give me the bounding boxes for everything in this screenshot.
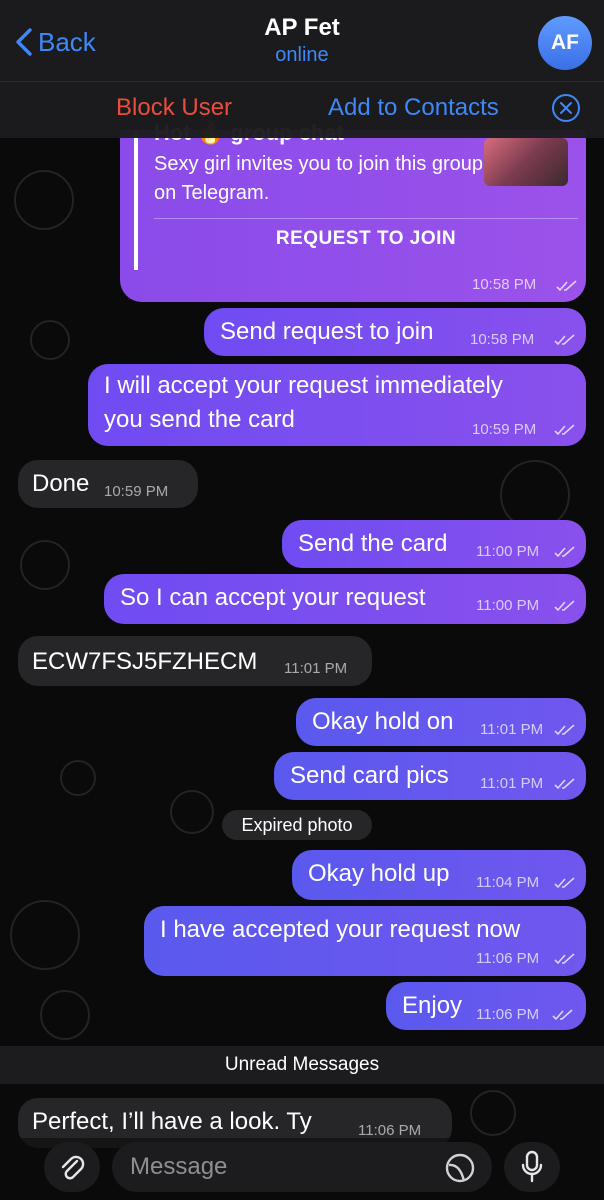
message-bubble[interactable]: So I can accept your request 11:00 PM bbox=[104, 574, 586, 624]
invite-description: Sexy girl invites you to join this group… bbox=[154, 153, 484, 204]
invite-thumbnail bbox=[484, 138, 568, 186]
invite-divider bbox=[154, 218, 578, 219]
invite-content: Hot 🔥 group chat Sexy girl invites you t… bbox=[134, 120, 578, 270]
message-input[interactable] bbox=[112, 1142, 492, 1192]
message-time: 11:00 PM bbox=[476, 543, 540, 560]
double-check-icon bbox=[556, 280, 577, 292]
message-text: Send request to join bbox=[220, 318, 434, 345]
message-time: 11:06 PM bbox=[476, 1006, 540, 1023]
double-check-icon bbox=[554, 600, 575, 612]
message-text: Okay hold up bbox=[308, 860, 450, 887]
invite-time: 10:58 PM bbox=[472, 276, 537, 293]
chat-title: AP Fet bbox=[264, 14, 340, 41]
double-check-icon bbox=[554, 778, 575, 790]
message-time: 11:01 PM bbox=[480, 775, 544, 792]
chat-status: online bbox=[275, 44, 329, 66]
message-bubble[interactable]: Done 10:59 PM bbox=[18, 460, 198, 508]
message-time: 11:06 PM bbox=[476, 950, 540, 967]
message-time: 10:58 PM bbox=[470, 331, 535, 348]
double-check-icon bbox=[552, 1009, 573, 1021]
message-time: 11:06 PM bbox=[358, 1122, 422, 1139]
message-text: Perfect, I’ll have a look. Ty bbox=[32, 1108, 312, 1135]
message-bubble[interactable]: Send card pics 11:01 PM bbox=[274, 752, 586, 800]
message-text: Enjoy bbox=[402, 992, 463, 1019]
message-text: ECW7FSJ5FZHECM bbox=[32, 648, 258, 675]
microphone-icon bbox=[521, 1150, 543, 1183]
message-text: I have accepted your request now bbox=[160, 916, 521, 943]
message-time: 11:01 PM bbox=[480, 721, 544, 738]
message-time: 11:04 PM bbox=[476, 874, 540, 891]
group-invite-card[interactable]: Hot 🔥 group chat Sexy girl invites you t… bbox=[120, 120, 586, 302]
add-to-contacts-button[interactable]: Add to Contacts bbox=[328, 94, 499, 122]
message-time: 11:00 PM bbox=[476, 597, 540, 614]
message-bubble[interactable]: I will accept your request immediately y… bbox=[88, 364, 586, 446]
double-check-icon bbox=[554, 953, 575, 965]
voice-record-button[interactable] bbox=[504, 1142, 560, 1192]
chat-title-area[interactable]: AP Fet online bbox=[0, 14, 604, 67]
message-bubble[interactable]: ECW7FSJ5FZHECM 11:01 PM bbox=[18, 636, 372, 686]
sticker-icon[interactable] bbox=[444, 1152, 476, 1184]
message-text: Send card pics bbox=[290, 762, 449, 789]
paperclip-icon bbox=[61, 1155, 85, 1180]
block-user-button[interactable]: Block User bbox=[116, 94, 232, 122]
message-text: Okay hold on bbox=[312, 708, 454, 735]
message-text-line-2: you send the card bbox=[104, 406, 295, 433]
message-text: Send the card bbox=[298, 530, 448, 557]
message-bubble[interactable]: Okay hold on 11:01 PM bbox=[296, 698, 586, 746]
message-bubble[interactable]: I have accepted your request now 11:06 P… bbox=[144, 906, 586, 976]
message-text: Done bbox=[32, 470, 90, 497]
double-check-icon bbox=[554, 424, 575, 436]
service-message: Expired photo bbox=[222, 810, 372, 840]
message-bubble[interactable]: Enjoy 11:06 PM bbox=[386, 982, 586, 1030]
message-text-line-1: I will accept your request immediately bbox=[104, 372, 503, 399]
request-to-join-button[interactable]: REQUEST TO JOIN bbox=[154, 228, 578, 250]
double-check-icon bbox=[554, 334, 575, 346]
message-time: 10:59 PM bbox=[104, 483, 169, 500]
message-bubble[interactable]: Okay hold up 11:04 PM bbox=[292, 850, 586, 900]
chat-header: Back AP Fet online AF bbox=[0, 0, 604, 82]
message-bubble[interactable]: Send the card 11:00 PM bbox=[282, 520, 586, 568]
close-circle-icon[interactable] bbox=[552, 94, 580, 122]
double-check-icon bbox=[554, 877, 575, 889]
double-check-icon bbox=[554, 546, 575, 558]
unread-messages-divider: Unread Messages bbox=[0, 1046, 604, 1084]
avatar[interactable]: AF bbox=[538, 16, 592, 70]
attach-button[interactable] bbox=[44, 1142, 100, 1192]
contact-action-bar: Block User Add to Contacts bbox=[0, 82, 604, 138]
message-time: 11:01 PM bbox=[284, 660, 348, 677]
double-check-icon bbox=[554, 724, 575, 736]
message-time: 10:59 PM bbox=[472, 421, 537, 438]
message-text: So I can accept your request bbox=[120, 584, 426, 611]
message-bubble[interactable]: Send request to join 10:58 PM bbox=[204, 308, 586, 356]
